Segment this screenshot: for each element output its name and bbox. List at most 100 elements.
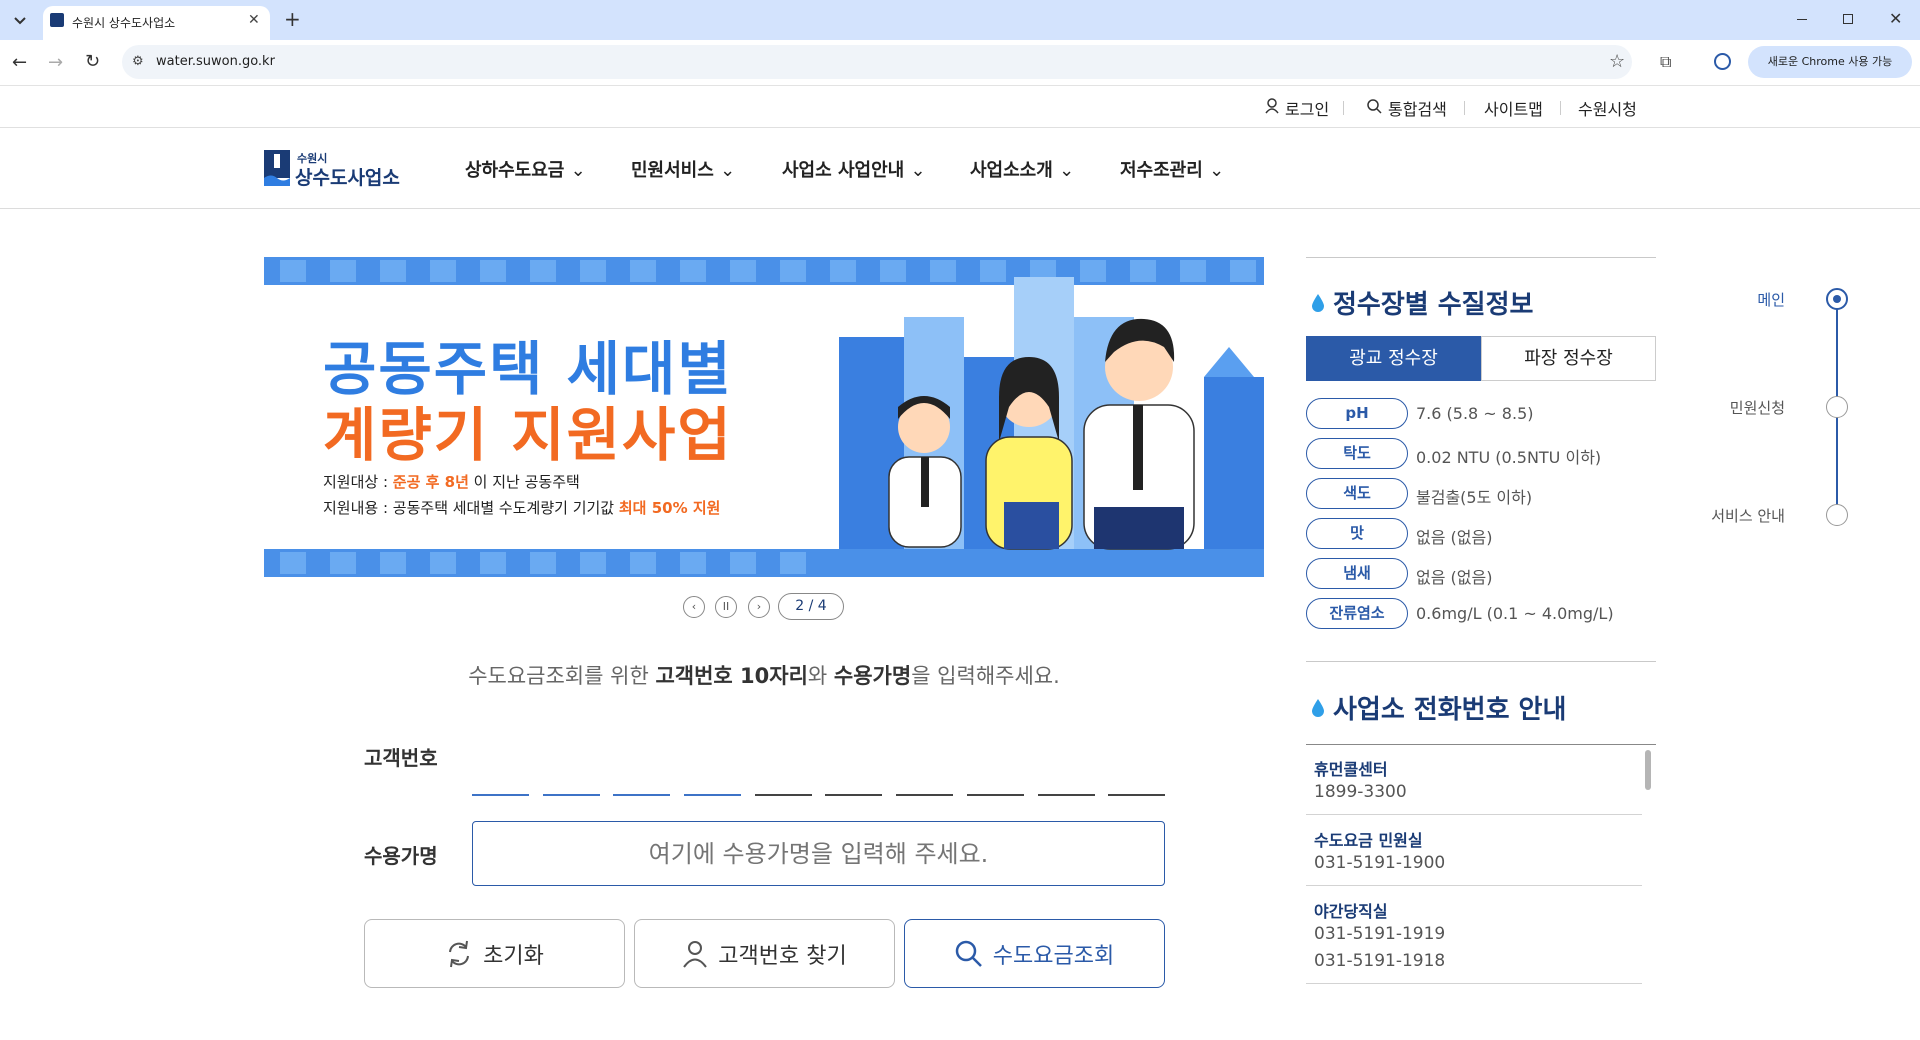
gnb-item-rates[interactable]: 상하수도요금 ⌄ xyxy=(465,156,586,182)
phone-list-scrollbar[interactable] xyxy=(1645,750,1651,790)
banner-content-text: 지원내용 : 공동주택 세대별 수도계량기 기기값 최대 50% 지원 xyxy=(323,497,720,518)
customer-name-label: 수용가명 xyxy=(364,844,438,868)
quality-value-odor: 없음 (없음) xyxy=(1416,568,1493,587)
customer-digit-input[interactable] xyxy=(1108,794,1165,796)
side-nav-dot-civil[interactable] xyxy=(1826,396,1848,418)
prompt-text: 와 xyxy=(807,664,834,688)
phone-number: 031-5191-1918 xyxy=(1314,951,1446,971)
url-text[interactable]: water.suwon.go.kr xyxy=(156,54,275,69)
quality-label-odor: 냄새 xyxy=(1306,558,1408,589)
side-nav-label-service[interactable]: 서비스 안내 xyxy=(1665,505,1785,526)
city-hall-link[interactable]: 수원시청 xyxy=(1578,96,1637,120)
customer-name-input[interactable] xyxy=(472,821,1165,886)
gnb-item-tank[interactable]: 저수조관리 ⌄ xyxy=(1120,156,1224,182)
banner-target-highlight: 준공 후 8년 xyxy=(392,473,469,491)
side-nav-dot-service[interactable] xyxy=(1826,504,1848,526)
chevron-down-icon: ⌄ xyxy=(570,160,586,181)
customer-digit-input[interactable] xyxy=(1038,794,1095,796)
divider xyxy=(1306,661,1656,662)
extensions-icon[interactable]: ⧉ xyxy=(1660,52,1671,72)
find-customer-number-button[interactable]: 고객번호 찾기 xyxy=(634,919,895,988)
customer-digit-input[interactable] xyxy=(967,794,1024,796)
chevron-down-icon: ⌄ xyxy=(720,160,736,181)
sitemap-link[interactable]: 사이트맵 xyxy=(1484,96,1543,120)
address-bar[interactable] xyxy=(122,45,1632,79)
customer-digit-input[interactable] xyxy=(825,794,882,796)
divider xyxy=(0,208,1920,209)
quality-value-taste: 없음 (없음) xyxy=(1416,528,1493,547)
fee-inquiry-button[interactable]: 수도요금조회 xyxy=(904,919,1165,988)
search-icon xyxy=(1367,99,1382,114)
quality-value-chlorine: 0.6mg/L (0.1 ~ 4.0mg/L) xyxy=(1416,604,1614,623)
gnb-label: 사업소소개 xyxy=(970,160,1053,181)
customer-digit-input[interactable] xyxy=(472,794,529,796)
quality-label-chlorine: 잔류염소 xyxy=(1306,598,1408,629)
profile-icon[interactable] xyxy=(1714,53,1731,70)
gnb-item-about[interactable]: 사업소소개 ⌄ xyxy=(970,156,1074,182)
find-label: 고객번호 찾기 xyxy=(718,943,847,969)
customer-digit-input[interactable] xyxy=(684,794,741,796)
divider xyxy=(1560,101,1561,115)
chevron-down-icon xyxy=(14,17,26,25)
phone-name: 휴먼콜센터 xyxy=(1314,760,1388,779)
phone-name: 수도요금 민원실 xyxy=(1314,831,1423,850)
logo-main-text: 상수도사업소 xyxy=(295,167,400,189)
banner-next-button[interactable]: › xyxy=(748,596,770,618)
quality-label-color: 색도 xyxy=(1306,478,1408,509)
back-icon[interactable]: ← xyxy=(12,52,27,73)
customer-digit-input[interactable] xyxy=(543,794,600,796)
side-nav-label-civil[interactable]: 민원신청 xyxy=(1665,397,1785,418)
logo-mark-icon xyxy=(264,150,290,186)
user-icon xyxy=(1265,98,1279,114)
favicon-icon xyxy=(50,13,64,27)
customer-digit-input[interactable] xyxy=(755,794,812,796)
site-logo[interactable]: 수원시 상수도사업소 xyxy=(264,148,404,189)
water-drop-icon xyxy=(1310,698,1326,718)
quality-label-turbidity: 탁도 xyxy=(1306,438,1408,469)
banner-title-line2: 계량기 지원사업 xyxy=(323,401,733,469)
phone-number: 031-5191-1919 xyxy=(1314,924,1446,944)
prompt-text: 수도요금조회를 위한 xyxy=(468,664,656,688)
tab-list-button[interactable] xyxy=(8,8,32,32)
customer-digit-input[interactable] xyxy=(613,794,670,796)
customer-digit-input[interactable] xyxy=(896,794,953,796)
window-restore-icon[interactable] xyxy=(1843,14,1853,24)
reload-icon[interactable]: ↻ xyxy=(85,51,100,72)
side-nav-label-main[interactable]: 메인 xyxy=(1665,289,1785,310)
inquiry-label: 수도요금조회 xyxy=(992,943,1115,969)
integrated-search-link[interactable]: 통합검색 xyxy=(1388,96,1447,120)
gnb-item-business-guide[interactable]: 사업소 사업안내 ⌄ xyxy=(782,156,926,182)
chrome-update-button[interactable]: 새로운 Chrome 사용 가능 xyxy=(1748,46,1912,78)
divider xyxy=(1343,101,1344,115)
reset-button[interactable]: 초기화 xyxy=(364,919,625,988)
gnb-label: 민원서비스 xyxy=(631,160,714,181)
tab-pajang-plant[interactable]: 파장 정수장 xyxy=(1481,336,1656,381)
phone-number: 1899-3300 xyxy=(1314,782,1407,802)
quality-label-ph: pH xyxy=(1306,398,1408,429)
gnb-item-civil-service[interactable]: 민원서비스 ⌄ xyxy=(631,156,735,182)
quality-label-taste: 맛 xyxy=(1306,518,1408,549)
gnb-label: 저수조관리 xyxy=(1120,160,1203,181)
chevron-down-icon: ⌄ xyxy=(1209,160,1225,181)
gnb-label: 상하수도요금 xyxy=(465,160,565,181)
new-tab-button[interactable]: + xyxy=(284,7,301,31)
banner-pause-button[interactable]: II xyxy=(715,596,737,618)
tab-close-icon[interactable]: ✕ xyxy=(248,12,260,28)
site-info-icon[interactable]: ⚙ xyxy=(132,54,144,69)
user-icon xyxy=(683,940,708,968)
forward-icon[interactable]: → xyxy=(48,52,63,73)
phone-name: 야간당직실 xyxy=(1314,902,1388,921)
bookmark-star-icon[interactable]: ☆ xyxy=(1609,51,1625,72)
window-close-icon[interactable]: ✕ xyxy=(1889,9,1902,28)
banner-prev-button[interactable]: ‹ xyxy=(683,596,705,618)
banner-target-rest: 이 지난 공동주택 xyxy=(468,473,580,491)
window-minimize-icon[interactable] xyxy=(1797,19,1807,20)
inquiry-prompt: 수도요금조회를 위한 고객번호 10자리와 수용가명을 입력해주세요. xyxy=(264,660,1264,690)
login-link[interactable]: 로그인 xyxy=(1285,96,1329,120)
phone-number: 031-5191-1900 xyxy=(1314,853,1446,873)
list-item: 휴먼콜센터 1899-3300 xyxy=(1306,744,1642,815)
side-nav-dot-main[interactable] xyxy=(1826,288,1848,310)
banner-page-count: 2 / 4 xyxy=(778,593,844,620)
banner-content-label: 지원내용 : 공동주택 세대별 수도계량기 기기값 xyxy=(323,499,619,517)
tab-gwanggyo-plant[interactable]: 광교 정수장 xyxy=(1306,336,1481,381)
